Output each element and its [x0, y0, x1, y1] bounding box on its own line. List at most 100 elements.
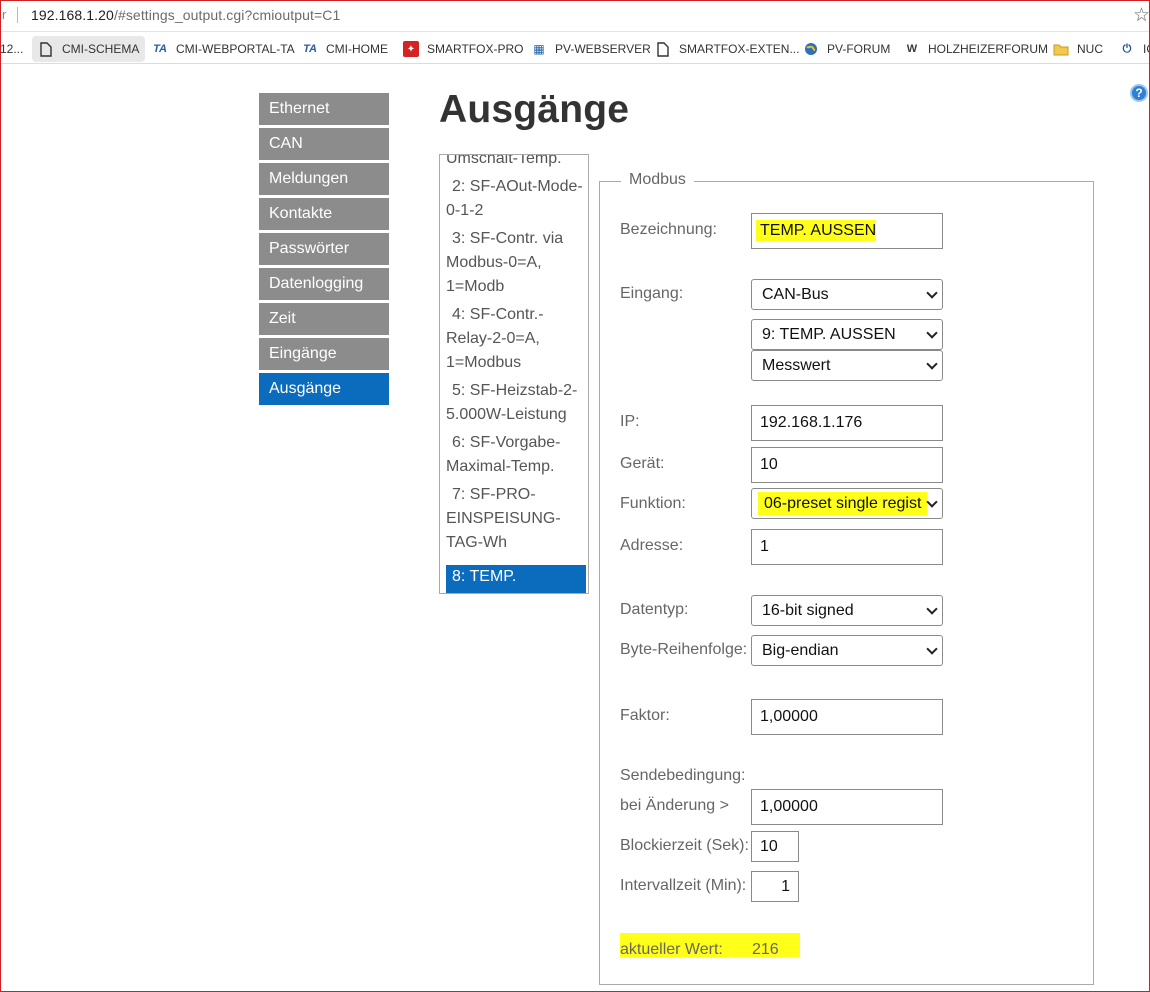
chevron-down-icon [926, 327, 938, 339]
output-list-item-label: 4: SF-Contr.-Relay-2-0=A, 1=Modbus [446, 306, 544, 371]
datentyp-label: Datentyp: [620, 601, 689, 618]
adresse-label: Adresse: [620, 537, 684, 554]
blockierzeit-label: Blockierzeit (Sek): [620, 837, 749, 854]
eingang-input-select[interactable]: 9: TEMP. AUSSEN [751, 319, 943, 350]
byte-reihenfolge-select[interactable]: Big-endian [751, 635, 943, 666]
bookmark-label: CMI-WEBPORTAL-TA [176, 42, 295, 56]
bookmark-cmi-webportal-ta[interactable]: TA CMI-WEBPORTAL-TA [146, 36, 301, 62]
output-list-item[interactable]: 3: SF-Contr. via Modbus-0=A, 1=Modb [446, 227, 586, 303]
sidebar-item-datenlogging[interactable]: Datenlogging [259, 268, 389, 300]
globe-icon [803, 41, 819, 57]
sidebar-item-can[interactable]: CAN [259, 128, 389, 160]
pv-icon: ▦ [533, 42, 545, 56]
output-list-item-label: 7: SF-PRO-EINSPEISUNG-TAG-Wh [446, 486, 561, 551]
bookmark-label: PV-WEBSERVER [555, 42, 651, 56]
byte-reihenfolge-value: Big-endian [762, 642, 839, 659]
bookmark-nuc[interactable]: NUC [1047, 36, 1109, 62]
chevron-down-icon [926, 603, 938, 615]
funktion-select[interactable]: 06-preset single regist [751, 488, 943, 519]
chevron-down-icon [926, 358, 938, 370]
settings-sidebar: Ethernet CAN Meldungen Kontakte Passwört… [259, 93, 389, 408]
bezeichnung-label: Bezeichnung: [620, 221, 717, 238]
folder-icon [1053, 41, 1069, 57]
output-list-item-label: 2: SF-AOut-Mode-0-1-2 [446, 178, 583, 219]
sidebar-item-meldungen[interactable]: Meldungen [259, 163, 389, 195]
bookmark-io[interactable]: ⏻ IO [1113, 36, 1150, 62]
faktor-label: Faktor: [620, 707, 670, 724]
eingang-source-select[interactable]: CAN-Bus [751, 279, 943, 310]
funktion-label: Funktion: [620, 495, 686, 512]
faktor-input[interactable]: 1,00000 [751, 699, 943, 735]
bezeichnung-value: TEMP. AUSSEN [756, 220, 877, 241]
bezeichnung-input[interactable]: TEMP. AUSSEN [751, 213, 943, 249]
bookmark-pv-webserver[interactable]: ▦ PV-WEBSERVER [525, 36, 657, 62]
bookmark-holzheizerforum[interactable]: W HOLZHEIZERFORUM [898, 36, 1054, 62]
sidebar-item-ausgaenge[interactable]: Ausgänge [259, 373, 389, 405]
bookmark-label: IO [1143, 42, 1150, 56]
output-list-item[interactable]: Umschalt-Temp. [446, 155, 586, 175]
bookmark-label: 12... [0, 42, 24, 56]
bookmark-pv-forum[interactable]: PV-FORUM [797, 36, 896, 62]
address-bar-divider [17, 7, 18, 23]
ta-logo-icon: TA [153, 43, 167, 55]
bookmark-smartfox-exten[interactable]: SMARTFOX-EXTEN... [649, 36, 805, 62]
bookmark-smartfox-pro[interactable]: ✦ SMARTFOX-PRO [397, 36, 529, 62]
eingang-input-value: 9: TEMP. AUSSEN [762, 326, 896, 343]
geraet-input[interactable]: 10 [751, 447, 943, 483]
sidebar-item-eingaenge[interactable]: Eingänge [259, 338, 389, 370]
bookmark-label: CMI-HOME [326, 42, 388, 56]
page-icon [38, 41, 54, 57]
blockierzeit-input[interactable]: 10 [751, 831, 799, 862]
bookmarks-bar: 12... CMI-SCHEMA TA CMI-WEBPORTAL-TA TA … [0, 32, 1150, 64]
sidebar-item-kontakte[interactable]: Kontakte [259, 198, 389, 230]
aktueller-wert-label: aktueller Wert: [620, 941, 723, 958]
chevron-down-icon [926, 643, 938, 655]
bei-aenderung-label: bei Änderung > [620, 797, 729, 814]
bei-aenderung-input[interactable]: 1,00000 [751, 789, 943, 825]
ip-label: IP: [620, 413, 640, 430]
bookmark-label: PV-FORUM [827, 42, 891, 56]
ip-input[interactable]: 192.168.1.176 [751, 405, 943, 441]
bookmark-label: HOLZHEIZERFORUM [928, 42, 1048, 56]
output-list-item[interactable]: 6: SF-Vorgabe-Maximal-Temp. [446, 431, 586, 483]
bookmark-cmi-home[interactable]: TA CMI-HOME [296, 36, 394, 62]
sidebar-item-passwoerter[interactable]: Passwörter [259, 233, 389, 265]
output-list-item[interactable]: 7: SF-PRO-EINSPEISUNG-TAG-Wh [446, 483, 586, 559]
byte-reihenfolge-label: Byte-Reihenfolge: [620, 641, 748, 658]
bookmark-truncated[interactable]: 12... [0, 36, 29, 62]
address-bar[interactable]: r 192.168.1.20/#settings_output.cgi?cmio… [0, 0, 1150, 32]
eingang-source-value: CAN-Bus [762, 286, 829, 303]
power-icon: ⏻ [1122, 42, 1132, 55]
chevron-down-icon [926, 287, 938, 299]
output-list-item-label: 3: SF-Contr. via Modbus-0=A, 1=Modb [446, 230, 564, 295]
datentyp-value: 16-bit signed [762, 602, 854, 619]
sidebar-item-ethernet[interactable]: Ethernet [259, 93, 389, 125]
output-list-item-label: 6: SF-Vorgabe-Maximal-Temp. [446, 434, 561, 475]
sidebar-item-zeit[interactable]: Zeit [259, 303, 389, 335]
eingang-label: Eingang: [620, 285, 684, 302]
page-title: Ausgänge [439, 88, 630, 131]
datentyp-select[interactable]: 16-bit signed [751, 595, 943, 626]
help-icon[interactable]: ? [1130, 84, 1148, 102]
funktion-value: 06-preset single regist [758, 492, 928, 515]
url-text[interactable]: 192.168.1.20/#settings_output.cgi?cmiout… [31, 7, 340, 23]
adresse-input[interactable]: 1 [751, 529, 943, 565]
aktueller-wert-value: 216 [752, 941, 779, 958]
intervallzeit-label: Intervallzeit (Min): [620, 877, 747, 894]
bookmark-cmi-schema[interactable]: CMI-SCHEMA [32, 36, 146, 62]
modbus-legend: Modbus [621, 171, 694, 189]
output-list[interactable]: Umschalt-Temp. 2: SF-AOut-Mode-0-1-2 3: … [439, 154, 589, 594]
output-list-item[interactable]: 5: SF-Heizstab-2-5.000W-Leistung [446, 379, 586, 431]
output-list-item[interactable]: 2: SF-AOut-Mode-0-1-2 [446, 175, 586, 227]
chevron-down-icon [926, 496, 938, 508]
output-list-item[interactable]: 4: SF-Contr.-Relay-2-0=A, 1=Modbus [446, 303, 586, 379]
url-path: /#settings_output.cgi?cmioutput=C1 [113, 7, 341, 23]
output-list-item-label: 8: TEMP. AUSSEN [446, 568, 517, 593]
bookmark-label: SMARTFOX-EXTEN... [679, 42, 800, 56]
eingang-type-select[interactable]: Messwert [751, 350, 943, 381]
intervallzeit-input[interactable]: 1 [751, 871, 799, 902]
bookmark-star-icon[interactable]: ☆ [1133, 4, 1150, 27]
output-list-item-selected[interactable]: 8: TEMP. AUSSEN [446, 565, 586, 593]
w-logo-icon: W [906, 43, 918, 55]
bookmark-label: CMI-SCHEMA [62, 42, 140, 56]
